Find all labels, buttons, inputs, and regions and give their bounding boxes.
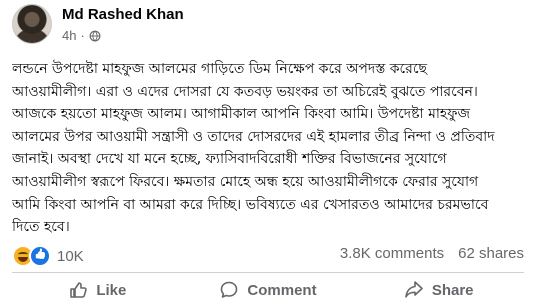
post-line: আওয়ামীলীগ। এরা ও এদের দোসরা যে কতবড় ভয…: [12, 83, 478, 100]
post-line: লন্ডনে উপদেষ্টা মাহফুজ আলমের গাড়িতে ডিম…: [12, 61, 427, 77]
post-line: আমি কিংবা আপনি বা আমরা করে দিচ্ছি। ভবিষ্…: [12, 196, 489, 213]
action-bar: Like Comment Share: [12, 275, 524, 305]
post-meta: 4h ·: [62, 28, 101, 43]
post-line: দিতে হবে।: [12, 219, 70, 236]
like-reaction-icon: [29, 245, 51, 267]
reactions-summary[interactable]: 10K: [12, 245, 84, 267]
post-line: আওয়ামীলীগ স্বরূপে ফিরবে। ক্ষমতার মোহে অ…: [12, 173, 479, 190]
share-label: Share: [431, 281, 474, 299]
comment-button[interactable]: Comment: [183, 275, 354, 305]
share-button[interactable]: Share: [353, 275, 524, 305]
shares-count[interactable]: 62 shares: [458, 245, 524, 262]
post-line: আলমের উপর আওয়ামী সন্ত্রাসী ও তাদের দোসর…: [12, 128, 495, 145]
post-line: জানাই। অবস্থা দেখে যা মনে হচ্ছে, ফ্যাসিব…: [12, 151, 447, 168]
like-button[interactable]: Like: [12, 275, 183, 305]
comment-icon: [221, 281, 238, 298]
thumbs-up-icon: [70, 282, 88, 298]
post-time[interactable]: 4h: [62, 28, 76, 43]
counts: 3.8K comments 62 shares: [340, 245, 524, 262]
comments-count[interactable]: 3.8K comments: [340, 245, 444, 262]
post-body: লন্ডনে উপদেষ্টা মাহফুজ আলমের গাড়িতে ডিম…: [12, 58, 522, 239]
like-label: Like: [96, 281, 127, 299]
globe-icon[interactable]: [89, 30, 101, 42]
author-name[interactable]: Md Rashed Khan: [62, 6, 184, 23]
divider: [12, 272, 524, 273]
meta-separator: ·: [80, 28, 85, 43]
avatar[interactable]: [12, 4, 52, 44]
engagement-stats: 10K 3.8K comments 62 shares: [12, 245, 524, 267]
post-line: আজকে হয়তো মাহফুজ আলম। আগামীকাল আপনি কিং…: [12, 106, 471, 123]
share-icon: [405, 281, 423, 298]
comment-label: Comment: [247, 281, 317, 299]
post-header: Md Rashed Khan 4h ·: [12, 4, 522, 50]
reactions-count: 10K: [57, 247, 84, 265]
